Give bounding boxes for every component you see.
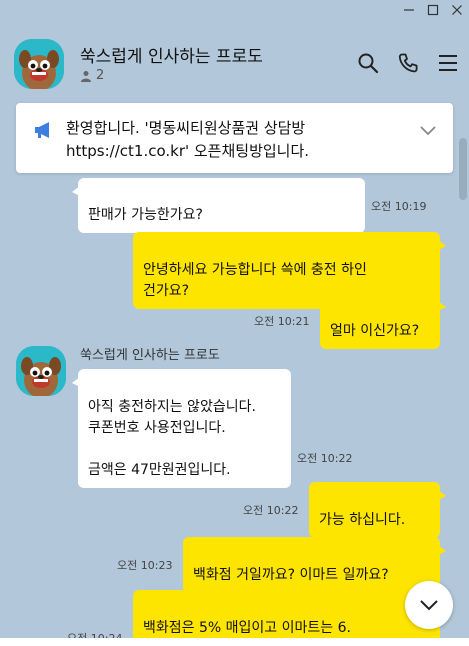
message-time: 오전 10:23	[117, 559, 173, 572]
frodo-character-icon	[14, 39, 64, 89]
header-actions	[357, 52, 459, 74]
message-bubble-outgoing[interactable]: 가능 하십니다.	[309, 482, 446, 538]
window-controls	[397, 0, 469, 20]
sender-name: 쑥스럽게 인사하는 프로도	[80, 348, 220, 363]
close-icon[interactable]	[445, 0, 469, 20]
message-text: 얼마 이신가요?	[330, 323, 420, 339]
scroll-to-bottom-button[interactable]	[405, 581, 453, 629]
megaphone-icon	[35, 122, 49, 138]
message-time: 오전 10:19	[371, 200, 427, 213]
chevron-down-icon[interactable]	[419, 121, 437, 139]
frodo-character-icon	[16, 346, 66, 396]
phone-icon[interactable]	[397, 52, 419, 74]
chevron-down-icon	[420, 600, 438, 611]
message-time: 오전 10:21	[254, 315, 310, 328]
message-text: 판매가 가능한가요?	[88, 207, 203, 223]
message-bubble-incoming[interactable]: 판매가 가능한가요?	[72, 178, 365, 233]
message-text: 백화점 거일까요? 이마트 일까요?	[193, 567, 389, 583]
maximize-icon[interactable]	[421, 0, 445, 20]
message-time: 오전 10:22	[243, 504, 299, 517]
chat-scrollbar[interactable]	[459, 138, 467, 200]
input-area-edge	[0, 638, 469, 646]
notice-banner[interactable]: 환영합니다. '명동씨티원상품권 상담방 https://ct1.co.kr' …	[16, 103, 453, 173]
message-text: 아직 충전하지는 않았습니다. 쿠폰번호 사용전입니다. 금액은 47만원권입니…	[88, 399, 256, 478]
minimize-icon[interactable]	[397, 0, 421, 20]
message-time: 오전 10:22	[297, 452, 353, 465]
notice-text: 환영합니다. '명동씨티원상품권 상담방 https://ct1.co.kr' …	[66, 119, 310, 160]
room-title: 쑥스럽게 인사하는 프로도	[80, 47, 263, 67]
search-icon[interactable]	[357, 52, 379, 74]
menu-icon[interactable]	[437, 52, 459, 74]
sender-avatar[interactable]	[16, 346, 66, 396]
person-icon	[81, 70, 91, 82]
message-bubble-outgoing[interactable]: 백화점 거일까요? 이마트 일까요?	[183, 537, 446, 593]
member-count[interactable]: 2	[80, 68, 104, 83]
member-count-value: 2	[96, 68, 105, 83]
room-avatar[interactable]	[14, 39, 64, 89]
message-bubble-outgoing[interactable]: 얼마 이신가요?	[320, 293, 446, 349]
message-bubble-incoming[interactable]: 아직 충전하지는 않았습니다. 쿠폰번호 사용전입니다. 금액은 47만원권입니…	[72, 369, 291, 488]
chat-messages[interactable]: 판매가 가능한가요? 오전 10:19 안녕하세요 가능합니다 쓱에 충전 하인…	[0, 100, 469, 646]
message-text: 가능 하십니다.	[319, 512, 406, 528]
chat-header: 쑥스럽게 인사하는 프로도 2	[14, 36, 459, 92]
